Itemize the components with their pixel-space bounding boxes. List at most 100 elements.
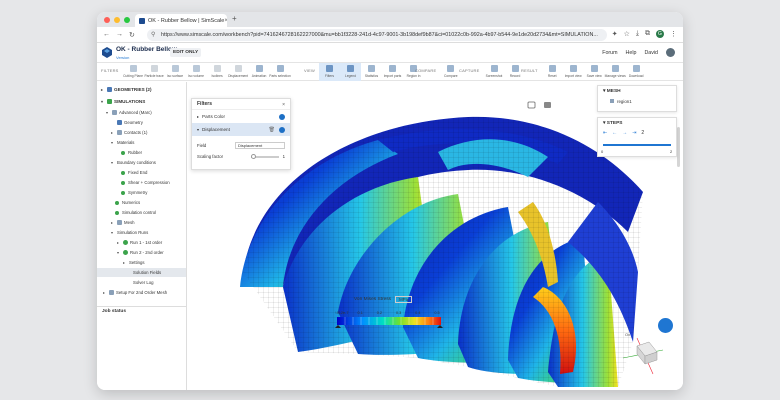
tree-item-simulation-runs[interactable]: ▾ Simulation Runs — [97, 228, 186, 237]
tree-item-run-1[interactable]: ▸ Run 1 - 1st order — [97, 238, 186, 247]
particle-trace-button[interactable]: Particle trace — [144, 63, 165, 78]
iso-volume-button[interactable]: Iso volume — [186, 63, 207, 78]
min-marker-icon[interactable] — [335, 325, 341, 328]
tree-item-settings[interactable]: ▸ Settings — [97, 258, 186, 267]
unit-select[interactable]: MPa — [395, 296, 413, 303]
tree-item-numerics[interactable]: Numerics — [97, 198, 186, 207]
chevron-right-icon[interactable]: ▸ — [111, 220, 115, 225]
simscale-favicon-icon — [139, 17, 145, 24]
header-forum-link[interactable]: Forum — [602, 50, 617, 56]
displacement-button[interactable]: Displacement — [228, 63, 249, 78]
reload-icon[interactable]: ↻ — [129, 31, 135, 39]
tree-item-solution-fields[interactable]: Solution Fields — [97, 268, 186, 277]
tree-item-boundary-conditions[interactable]: ▾ Boundary conditions — [97, 158, 186, 167]
profile-avatar[interactable]: G — [656, 30, 664, 38]
next-step-icon[interactable]: → — [622, 130, 627, 136]
site-info-icon[interactable]: ⚲ — [151, 29, 155, 41]
project-subtitle[interactable]: Version — [116, 55, 129, 60]
back-arrow-icon[interactable]: ← — [103, 31, 110, 39]
statistics-button[interactable]: Statistics — [361, 63, 382, 78]
right-panel-scrollbar[interactable] — [677, 127, 680, 167]
legend-view-button[interactable]: Legend — [340, 63, 362, 81]
chevron-down-icon[interactable]: ▾ — [111, 230, 115, 235]
chevron-down-icon[interactable]: ▾ — [101, 99, 105, 104]
chevron-right-icon[interactable]: ▸ — [103, 290, 107, 295]
maximize-window-button[interactable] — [124, 16, 130, 23]
header-user-name[interactable]: David — [644, 50, 658, 56]
field-select[interactable]: Displacement — [235, 142, 285, 149]
puzzle-icon[interactable]: ⧉ — [645, 30, 650, 38]
tree-item-geometry[interactable]: Geometry — [97, 118, 186, 127]
tree-item-setup-2nd-order[interactable]: ▸ Setup For 2nd Order Mesh — [97, 288, 186, 297]
manage-views-button[interactable]: Manage views — [605, 63, 626, 78]
last-step-icon[interactable]: ⇥ — [632, 130, 636, 136]
download-icon[interactable]: ⤓ — [636, 30, 639, 38]
tree-item-fixed-end[interactable]: Fixed End — [97, 168, 186, 177]
scaling-slider[interactable] — [250, 153, 279, 159]
browser-tab[interactable]: OK - Rubber Bellow | SimScale × — [135, 14, 227, 27]
mesh-region-item[interactable]: region1 — [598, 97, 676, 106]
chevron-right-icon[interactable]: ▸ — [117, 240, 121, 245]
visibility-toggle[interactable] — [279, 113, 285, 120]
chevron-down-icon[interactable]: ▾ — [111, 160, 115, 165]
chevron-down-icon[interactable]: ▾ — [117, 250, 121, 255]
screenshot-button[interactable]: Screenshot — [484, 63, 505, 78]
cutting-plane-button[interactable]: Cutting Plane — [123, 63, 144, 78]
extension-icon[interactable]: ✦ — [612, 30, 618, 38]
chat-help-button[interactable] — [658, 318, 673, 333]
import-view-button[interactable]: Import view — [563, 63, 584, 78]
chevron-right-icon[interactable]: ▸ — [101, 87, 105, 92]
tree-item-contacts[interactable]: ▸ Contacts (1) — [97, 128, 186, 137]
geometry-icon — [117, 120, 122, 125]
forward-arrow-icon[interactable]: → — [116, 31, 123, 39]
tree-item-materials[interactable]: ▾ Materials — [97, 138, 186, 147]
user-avatar[interactable] — [666, 48, 675, 57]
new-tab-button[interactable]: + — [232, 14, 237, 23]
color-legend-bar[interactable]: 2.912e-7 0.1 0.2 0.3 0.4 0.5 — [335, 307, 443, 329]
step-slider[interactable] — [603, 144, 671, 146]
tree-item-shear-compression[interactable]: Shear + Compression — [97, 178, 186, 187]
camera-view-icon[interactable] — [527, 101, 536, 109]
tree-item-rubber[interactable]: Rubber — [97, 148, 186, 157]
animation-button[interactable]: Animation — [249, 63, 270, 78]
minimize-window-button[interactable] — [114, 16, 120, 23]
simscale-logo-icon[interactable] — [102, 47, 112, 58]
chevron-right-icon[interactable]: ▸ — [111, 130, 115, 135]
import-parts-button[interactable]: Import parts — [382, 63, 403, 78]
tree-item-simulations[interactable]: ▾ SIMULATIONS — [97, 97, 186, 106]
filter-row-displacement[interactable]: ▾ Displacement 🗑 — [192, 123, 290, 136]
filter-row-parts-color[interactable]: ▸ Parts Color — [192, 110, 290, 123]
tree-item-simulation-control[interactable]: Simulation control — [97, 208, 186, 217]
tree-item-mesh[interactable]: ▸ Mesh — [97, 218, 186, 227]
filters-view-button[interactable]: Filters — [319, 63, 341, 81]
chevron-right-icon[interactable]: ▸ — [123, 260, 127, 265]
bookmark-star-icon[interactable]: ☆ — [624, 30, 630, 38]
tree-item-run-2[interactable]: ▾ Run 2 - 2nd order — [97, 248, 186, 257]
url-field[interactable]: ⚲ https://www.simscale.com/workbench?pid… — [147, 29, 607, 41]
tree-item-advanced-marc[interactable]: ▾ Advanced (Marc) — [97, 108, 186, 117]
save-view-button[interactable]: Save view — [584, 63, 605, 78]
header-help-link[interactable]: Help — [626, 50, 637, 56]
download-button[interactable]: Download — [626, 63, 647, 78]
first-step-icon[interactable]: ⇤ — [603, 130, 607, 136]
chevron-down-icon[interactable]: ▾ — [106, 110, 110, 115]
reset-button[interactable]: Reset — [542, 63, 563, 78]
isolines-button[interactable]: Isolines — [207, 63, 228, 78]
render-mode-icon[interactable] — [544, 102, 551, 108]
tree-item-geometries[interactable]: ▸ GEOMETRIES (2) — [97, 85, 186, 94]
iso-surface-button[interactable]: Iso surface — [165, 63, 186, 78]
orientation-cube-icon[interactable]: Ox — [617, 330, 667, 378]
visibility-toggle[interactable] — [279, 126, 285, 133]
close-window-button[interactable] — [104, 16, 110, 23]
close-filters-icon[interactable]: × — [282, 102, 285, 108]
tree-item-symmetry[interactable]: Symmetry — [97, 188, 186, 197]
chevron-down-icon[interactable]: ▾ — [111, 140, 115, 145]
trash-icon[interactable]: 🗑 — [269, 127, 275, 133]
close-tab-icon[interactable]: × — [224, 18, 227, 24]
tree-item-solver-log[interactable]: Solver Log — [97, 278, 186, 287]
max-marker-icon[interactable] — [437, 325, 443, 328]
previous-step-icon[interactable]: ← — [612, 130, 617, 136]
browser-menu-icon[interactable]: ⋮ — [670, 30, 677, 38]
parts-selection-button[interactable]: Parts selection — [269, 63, 291, 78]
slider-knob[interactable] — [250, 153, 256, 159]
